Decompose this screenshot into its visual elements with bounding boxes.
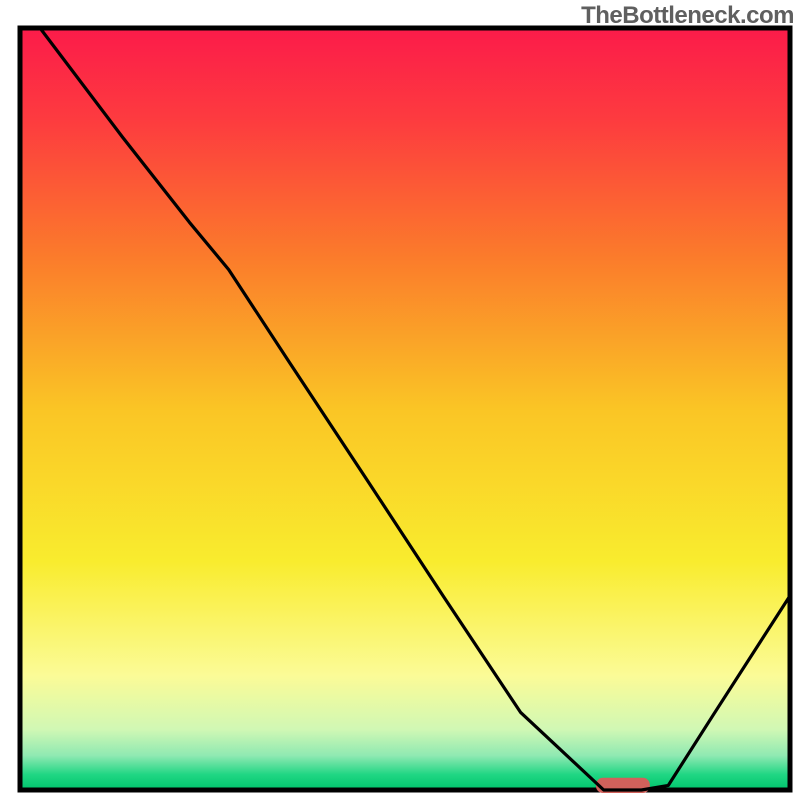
chart-container: { "watermark": "TheBottleneck.com", "cha… [0,0,800,800]
bottleneck-chart [0,0,800,800]
plot-background [20,28,790,790]
watermark-text: TheBottleneck.com [581,2,794,30]
